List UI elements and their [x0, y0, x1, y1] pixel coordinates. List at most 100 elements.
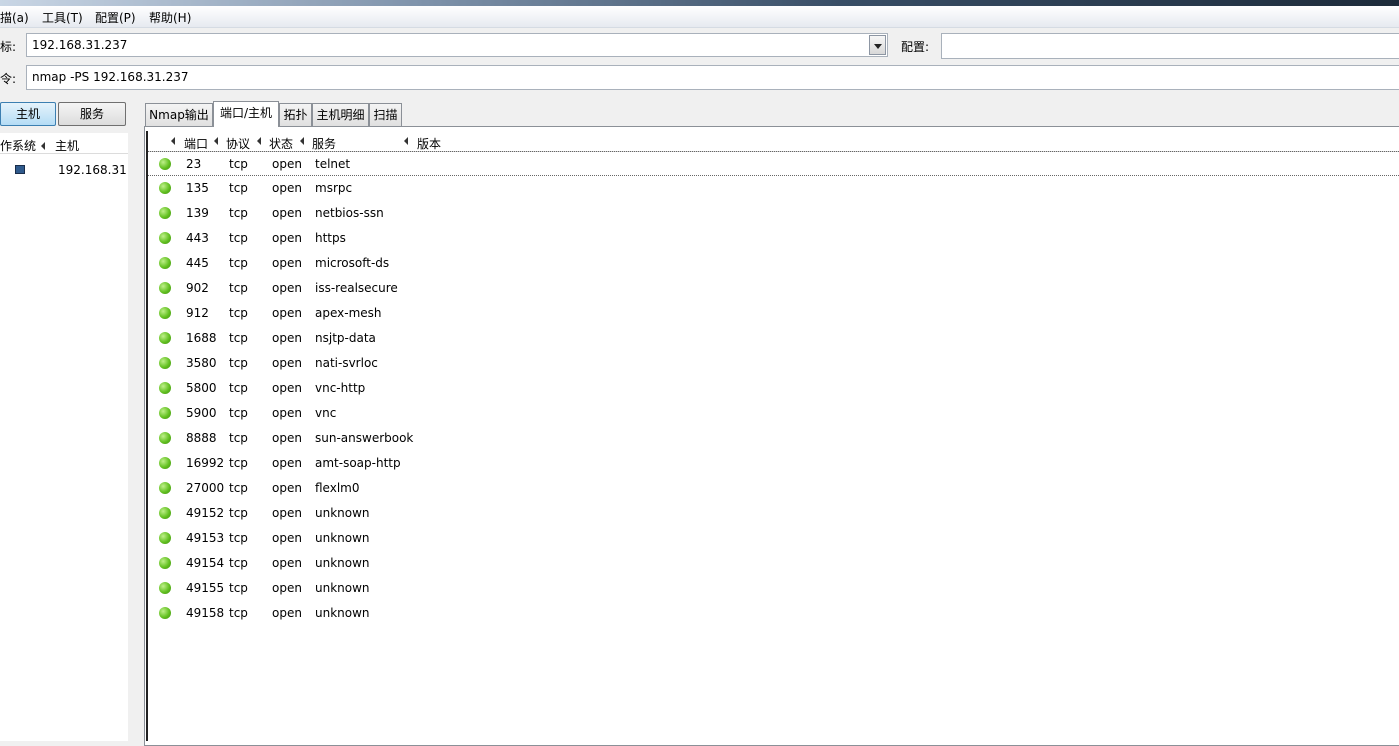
tab-ports-hosts[interactable]: 端口/主机: [213, 101, 279, 127]
table-row[interactable]: 443 tcp open https: [148, 226, 1399, 251]
pane-divider[interactable]: [128, 133, 144, 741]
service-cell: nsjtp-data: [315, 331, 376, 345]
protocol-cell: tcp: [229, 381, 248, 395]
target-value[interactable]: 192.168.31.237: [32, 38, 127, 52]
port-cell: 5800: [186, 381, 217, 395]
host-list-item[interactable]: 192.168.31.237: [0, 159, 128, 179]
table-row[interactable]: 445 tcp open microsoft-ds: [148, 251, 1399, 276]
service-cell: https: [315, 231, 346, 245]
port-cell: 135: [186, 181, 209, 195]
tab-topology[interactable]: 拓扑: [279, 103, 312, 126]
protocol-cell: tcp: [229, 531, 248, 545]
port-cell: 49155: [186, 581, 225, 595]
state-cell: open: [272, 481, 302, 495]
table-row[interactable]: 49152 tcp open unknown: [148, 501, 1399, 526]
table-row[interactable]: 135 tcp open msrpc: [148, 176, 1399, 201]
menu-profile[interactable]: 配置(P): [95, 9, 136, 26]
state-cell: open: [272, 506, 302, 520]
sort-arrow-icon[interactable]: [404, 137, 408, 145]
table-row[interactable]: 8888 tcp open sun-answerbook: [148, 426, 1399, 451]
state-cell: open: [272, 556, 302, 570]
menu-tools[interactable]: 工具(T): [42, 9, 83, 26]
sort-arrow-icon[interactable]: [41, 142, 45, 150]
green-circle-icon: [159, 282, 171, 294]
os-column-header[interactable]: 作系统: [0, 137, 36, 154]
port-cell: 49153: [186, 531, 225, 545]
port-column-header[interactable]: 端口: [184, 135, 208, 152]
protocol-cell: tcp: [229, 206, 248, 220]
table-row[interactable]: 139 tcp open netbios-ssn: [148, 201, 1399, 226]
table-row[interactable]: 27000 tcp open flexlm0: [148, 476, 1399, 501]
chevron-down-icon[interactable]: [869, 35, 886, 55]
port-cell: 16992: [186, 456, 225, 470]
green-circle-icon: [159, 332, 171, 344]
protocol-cell: tcp: [229, 356, 248, 370]
tab-scans[interactable]: 扫描: [369, 103, 402, 126]
green-circle-icon: [159, 207, 171, 219]
port-cell: 49158: [186, 606, 225, 620]
green-circle-icon: [159, 357, 171, 369]
service-cell: amt-soap-http: [315, 456, 401, 470]
state-cell: open: [272, 381, 302, 395]
green-circle-icon: [159, 482, 171, 494]
protocol-cell: tcp: [229, 556, 248, 570]
table-row[interactable]: 49158 tcp open unknown: [148, 601, 1399, 626]
protocol-cell: tcp: [229, 281, 248, 295]
green-circle-icon: [159, 307, 171, 319]
menu-scan[interactable]: 描(a): [0, 9, 29, 26]
protocol-cell: tcp: [229, 581, 248, 595]
table-row[interactable]: 5800 tcp open vnc-http: [148, 376, 1399, 401]
port-cell: 5900: [186, 406, 217, 420]
table-row[interactable]: 5900 tcp open vnc: [148, 401, 1399, 426]
table-row[interactable]: 1688 tcp open nsjtp-data: [148, 326, 1399, 351]
protocol-cell: tcp: [229, 431, 248, 445]
port-cell: 902: [186, 281, 209, 295]
command-input[interactable]: nmap -PS 192.168.31.237: [26, 65, 1399, 90]
state-cell: open: [272, 431, 302, 445]
tab-nmap-output[interactable]: Nmap输出: [145, 103, 213, 126]
table-row[interactable]: 49153 tcp open unknown: [148, 526, 1399, 551]
command-value[interactable]: nmap -PS 192.168.31.237: [32, 70, 189, 84]
sort-arrow-icon[interactable]: [300, 137, 304, 145]
table-row[interactable]: 3580 tcp open nati-svrloc: [148, 351, 1399, 376]
port-cell: 8888: [186, 431, 217, 445]
state-cell: open: [272, 256, 302, 270]
service-column-header[interactable]: 服务: [312, 135, 336, 152]
protocol-cell: tcp: [229, 481, 248, 495]
sort-arrow-icon[interactable]: [171, 137, 175, 145]
command-label: 令:: [0, 72, 17, 86]
sort-arrow-icon[interactable]: [257, 137, 261, 145]
protocol-column-header[interactable]: 协议: [226, 135, 250, 152]
profile-combobox[interactable]: [941, 33, 1399, 59]
green-circle-icon: [159, 457, 171, 469]
services-view-button[interactable]: 服务: [58, 102, 126, 126]
state-column-header[interactable]: 状态: [269, 135, 293, 152]
menu-help[interactable]: 帮助(H): [149, 9, 191, 26]
table-row[interactable]: 902 tcp open iss-realsecure: [148, 276, 1399, 301]
sort-arrow-icon[interactable]: [214, 137, 218, 145]
host-column-header[interactable]: 主机: [55, 137, 79, 154]
service-cell: netbios-ssn: [315, 206, 384, 220]
state-cell: open: [272, 231, 302, 245]
target-combobox[interactable]: 192.168.31.237: [26, 33, 888, 57]
service-cell: unknown: [315, 531, 370, 545]
service-cell: vnc: [315, 406, 337, 420]
protocol-cell: tcp: [229, 157, 248, 171]
table-row[interactable]: 16992 tcp open amt-soap-http: [148, 451, 1399, 476]
state-cell: open: [272, 281, 302, 295]
table-row[interactable]: 23 tcp open telnet: [148, 151, 1399, 176]
host-os-icon: [15, 165, 25, 174]
service-cell: telnet: [315, 157, 351, 171]
table-row[interactable]: 49155 tcp open unknown: [148, 576, 1399, 601]
version-column-header[interactable]: 版本: [417, 135, 441, 152]
green-circle-icon: [159, 582, 171, 594]
table-row[interactable]: 912 tcp open apex-mesh: [148, 301, 1399, 326]
port-cell: 49154: [186, 556, 225, 570]
state-cell: open: [272, 331, 302, 345]
protocol-cell: tcp: [229, 606, 248, 620]
protocol-cell: tcp: [229, 181, 248, 195]
table-row[interactable]: 49154 tcp open unknown: [148, 551, 1399, 576]
tab-host-details[interactable]: 主机明细: [312, 103, 369, 126]
hosts-view-button[interactable]: 主机: [0, 102, 56, 126]
service-cell: sun-answerbook: [315, 431, 414, 445]
